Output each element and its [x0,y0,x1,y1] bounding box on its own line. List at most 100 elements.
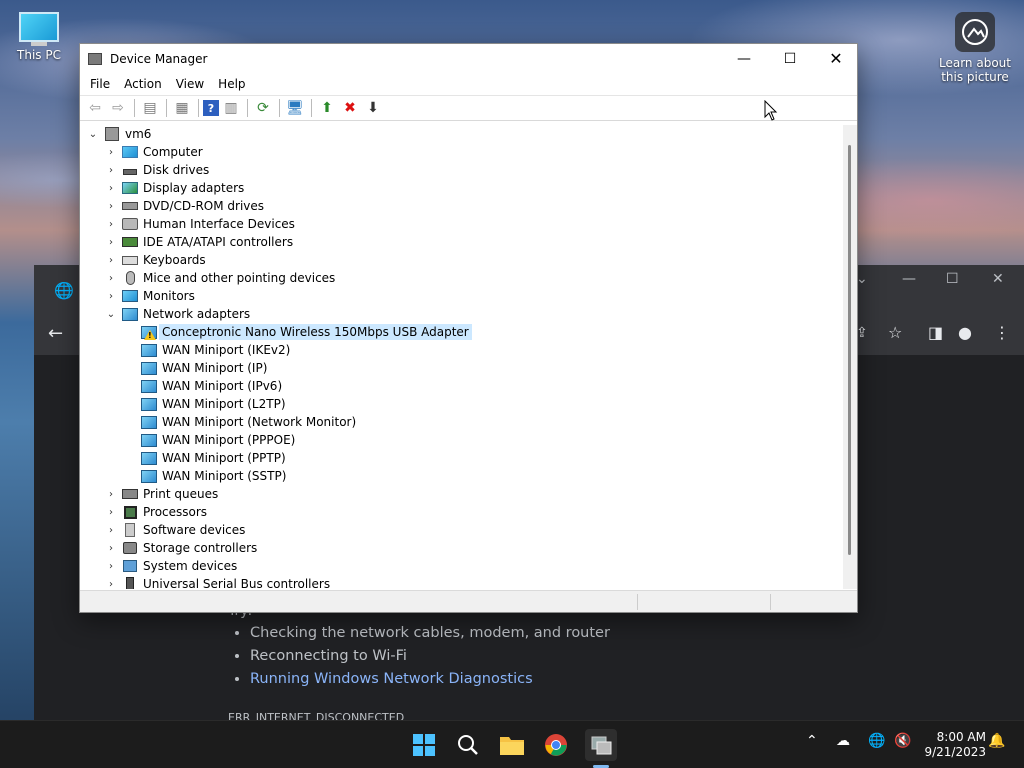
tree-item-wan-pppoe[interactable]: WAN Miniport (PPPOE) [81,431,841,449]
update-driver-icon[interactable]: ⬆ [316,97,338,119]
network-adapter-icon [141,469,157,483]
tree-item-network-adapters[interactable]: ⌄ Network adapters [81,305,841,323]
folder-icon [500,737,524,755]
hid-icon [122,218,138,230]
help-icon[interactable]: ? [203,100,219,116]
chevron-down-icon[interactable]: ⌄ [87,129,99,140]
printer-icon [122,489,138,499]
chrome-button[interactable] [540,729,572,761]
maximize-button[interactable]: ☐ [767,44,813,73]
tree-item-hid[interactable]: › Human Interface Devices [81,215,841,233]
tree-item-wan-ikev2[interactable]: WAN Miniport (IKEv2) [81,341,841,359]
tree-item-wan-sstp[interactable]: WAN Miniport (SSTP) [81,467,841,485]
tree-item-wan-pptp[interactable]: WAN Miniport (PPTP) [81,449,841,467]
learn-about-picture-shortcut[interactable]: Learn about this picture [938,12,1012,84]
tree-item-keyboards[interactable]: › Keyboards [81,251,841,269]
network-adapter-icon [141,433,157,447]
clock-date: 9/21/2023 [924,745,986,759]
chevron-right-icon[interactable]: › [105,165,117,176]
tree-item-computer[interactable]: › Computer [81,143,841,161]
chevron-right-icon[interactable]: › [105,147,117,158]
chevron-right-icon[interactable]: › [105,201,117,212]
chevron-right-icon[interactable]: › [105,507,117,518]
chevron-right-icon[interactable]: › [105,489,117,500]
network-adapter-icon [141,343,157,357]
start-button[interactable] [408,729,440,761]
tree-item-conceptronic-adapter[interactable]: ! Conceptronic Nano Wireless 150Mbps USB … [81,323,841,341]
tree-item-wan-l2tp[interactable]: WAN Miniport (L2TP) [81,395,841,413]
tree-item-monitors[interactable]: › Monitors [81,287,841,305]
network-adapter-icon [141,397,157,411]
forward-icon[interactable]: ⇨ [107,97,129,119]
tree-item-disk-drives[interactable]: › Disk drives [81,161,841,179]
sidepanel-icon[interactable]: ◨ [928,323,943,342]
chevron-right-icon[interactable]: › [105,273,117,284]
chevron-right-icon[interactable]: › [105,525,117,536]
star-icon[interactable]: ☆ [888,323,902,342]
browser-maximize-icon[interactable]: ☐ [946,271,959,287]
menu-action[interactable]: Action [118,77,168,91]
resources-icon[interactable]: ▥ [220,97,242,119]
close-button[interactable]: ✕ [813,44,859,73]
properties-view-icon[interactable]: ▤ [139,97,161,119]
chevron-right-icon[interactable]: › [105,579,117,590]
chevron-right-icon[interactable]: › [105,237,117,248]
network-globe-icon[interactable]: 🌐 [868,733,885,749]
diagnostics-link[interactable]: Running Windows Network Diagnostics [250,671,533,687]
volume-muted-icon[interactable]: 🔇 [894,733,911,749]
suggestion-cables: Checking the network cables, modem, and … [250,625,610,641]
tree-item-display-adapters[interactable]: › Display adapters [81,179,841,197]
this-pc-label: This PC [17,48,61,62]
tree-item-storage-controllers[interactable]: › Storage controllers [81,539,841,557]
file-explorer-button[interactable] [496,729,528,761]
tree-root[interactable]: ⌄ vm6 [81,125,841,143]
scrollbar-thumb[interactable] [848,145,851,555]
menu-view[interactable]: View [170,77,210,91]
vertical-scrollbar[interactable] [843,125,857,589]
tree-item-wan-ip[interactable]: WAN Miniport (IP) [81,359,841,377]
network-adapter-icon [141,451,157,465]
search-button[interactable] [452,729,484,761]
search-icon [458,735,478,755]
profile-icon[interactable]: ● [958,323,972,342]
back-arrow-icon[interactable]: ← [48,323,63,344]
back-icon[interactable]: ⇦ [84,97,106,119]
onedrive-icon[interactable]: ☁ [836,733,850,749]
chevron-right-icon[interactable]: › [105,183,117,194]
notification-bell-icon[interactable]: 🔔 [988,733,1005,749]
chevron-right-icon[interactable]: › [105,255,117,266]
tree-item-usb-controllers[interactable]: › Universal Serial Bus controllers [81,575,841,589]
chevron-right-icon[interactable]: › [105,543,117,554]
scan-icon[interactable]: ⟳ [252,97,274,119]
chevron-right-icon[interactable]: › [105,219,117,230]
chevron-down-icon[interactable]: ⌄ [105,309,117,320]
uninstall-icon[interactable]: ✖ [339,97,361,119]
browser-minimize-icon[interactable]: — [902,271,916,287]
tree-item-dvd-drives[interactable]: › DVD/CD-ROM drives [81,197,841,215]
tree-item-mice[interactable]: › Mice and other pointing devices [81,269,841,287]
show-hidden-icon[interactable]: ▦ [171,97,193,119]
minimize-button[interactable]: — [721,44,767,73]
tree-item-ide[interactable]: › IDE ATA/ATAPI controllers [81,233,841,251]
chrome-icon [545,734,567,756]
show-hidden-icons-chevron-icon[interactable]: ⌃ [806,733,818,749]
disable-icon[interactable]: ⬇ [362,97,384,119]
tree-item-processors[interactable]: › Processors [81,503,841,521]
menu-file[interactable]: File [84,77,116,91]
device-manager-taskbar-button[interactable] [585,729,617,761]
chevron-right-icon[interactable]: › [105,291,117,302]
tree-item-system-devices[interactable]: › System devices [81,557,841,575]
menu-help[interactable]: Help [212,77,251,91]
chevron-right-icon[interactable]: › [105,561,117,572]
device-manager-app-icon [88,52,102,65]
system-clock[interactable]: 8:00 AM 9/21/2023 [916,730,986,760]
tree-item-software-devices[interactable]: › Software devices [81,521,841,539]
menu-dots-icon[interactable]: ⋮ [994,323,1010,342]
tree-item-print-queues[interactable]: › Print queues [81,485,841,503]
tree-item-wan-ipv6[interactable]: WAN Miniport (IPv6) [81,377,841,395]
tree-item-wan-network-monitor[interactable]: WAN Miniport (Network Monitor) [81,413,841,431]
this-pc-shortcut[interactable]: This PC [10,8,68,62]
display-adapter-icon [122,182,138,194]
monitor-icon[interactable]: 🖥 [284,97,306,119]
browser-close-icon[interactable]: ✕ [992,271,1004,287]
